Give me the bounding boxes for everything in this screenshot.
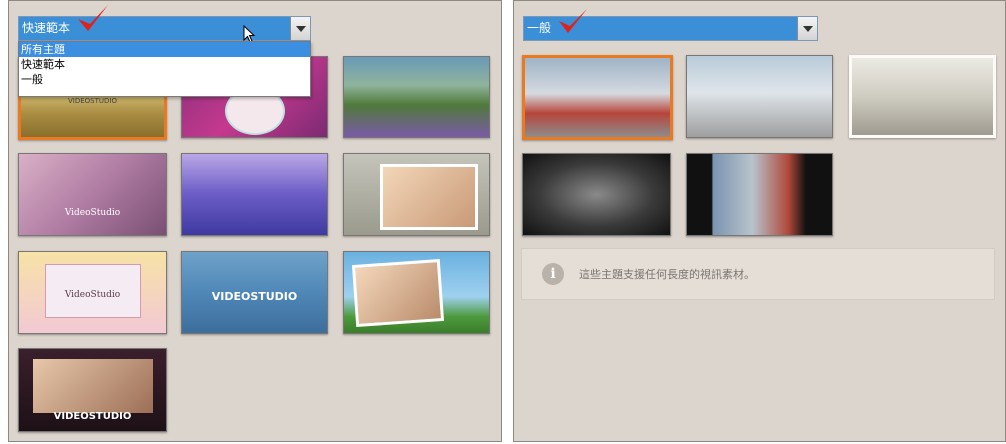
- dropdown-option[interactable]: 一般: [19, 72, 310, 87]
- theme-category-combo[interactable]: 快速範本: [18, 16, 311, 41]
- thumb-caption: VideoStudio: [64, 290, 121, 300]
- thumb-van-5[interactable]: [686, 153, 833, 236]
- thumb-blue-tiles[interactable]: VIDEOSTUDIO: [181, 251, 328, 334]
- checkmark-icon: [559, 9, 587, 33]
- thumb-mother-child[interactable]: [343, 251, 490, 334]
- chevron-down-icon[interactable]: [290, 17, 310, 40]
- thumb-family-photo[interactable]: [343, 153, 490, 236]
- combo-value: 一般: [527, 21, 552, 35]
- thumb-van-2[interactable]: [686, 55, 833, 138]
- thumb-kids-mosaic[interactable]: [181, 153, 328, 236]
- theme-dropdown-list[interactable]: 所有主題 快速範本 一般: [18, 41, 311, 97]
- dropdown-option[interactable]: 所有主題: [19, 42, 310, 57]
- checkmark-icon: [78, 5, 108, 31]
- dropdown-option[interactable]: 快速範本: [19, 57, 310, 72]
- thumb-caption: VIDEOSTUDIO: [68, 97, 117, 105]
- two-women-photo: [33, 359, 153, 413]
- combo-value: 快速範本: [22, 21, 71, 35]
- thumb-wedding-couple[interactable]: VideoStudio: [18, 153, 167, 236]
- thumb-van-1[interactable]: [522, 55, 673, 140]
- thumb-caption: VIDEOSTUDIO: [53, 411, 132, 422]
- mother-child-frame: [351, 259, 445, 327]
- thumb-two-women[interactable]: VIDEOSTUDIO: [18, 348, 167, 432]
- chevron-down-icon[interactable]: [797, 17, 817, 40]
- thumb-van-3[interactable]: [849, 55, 996, 138]
- thumb-caption: VideoStudio: [64, 208, 121, 218]
- info-icon: i: [542, 263, 564, 285]
- info-message-text: 這些主題支援任何長度的視訊素材。: [579, 268, 755, 281]
- info-message-box: i 這些主題支援任何長度的視訊素材。: [521, 248, 995, 300]
- thumb-lavender-landscape[interactable]: [343, 56, 490, 138]
- thumb-caption: VIDEOSTUDIO: [211, 290, 298, 303]
- thumb-pink-roses[interactable]: VideoStudio: [18, 251, 167, 334]
- thumb-van-4[interactable]: [522, 153, 671, 236]
- family-photo-frame: [380, 164, 478, 230]
